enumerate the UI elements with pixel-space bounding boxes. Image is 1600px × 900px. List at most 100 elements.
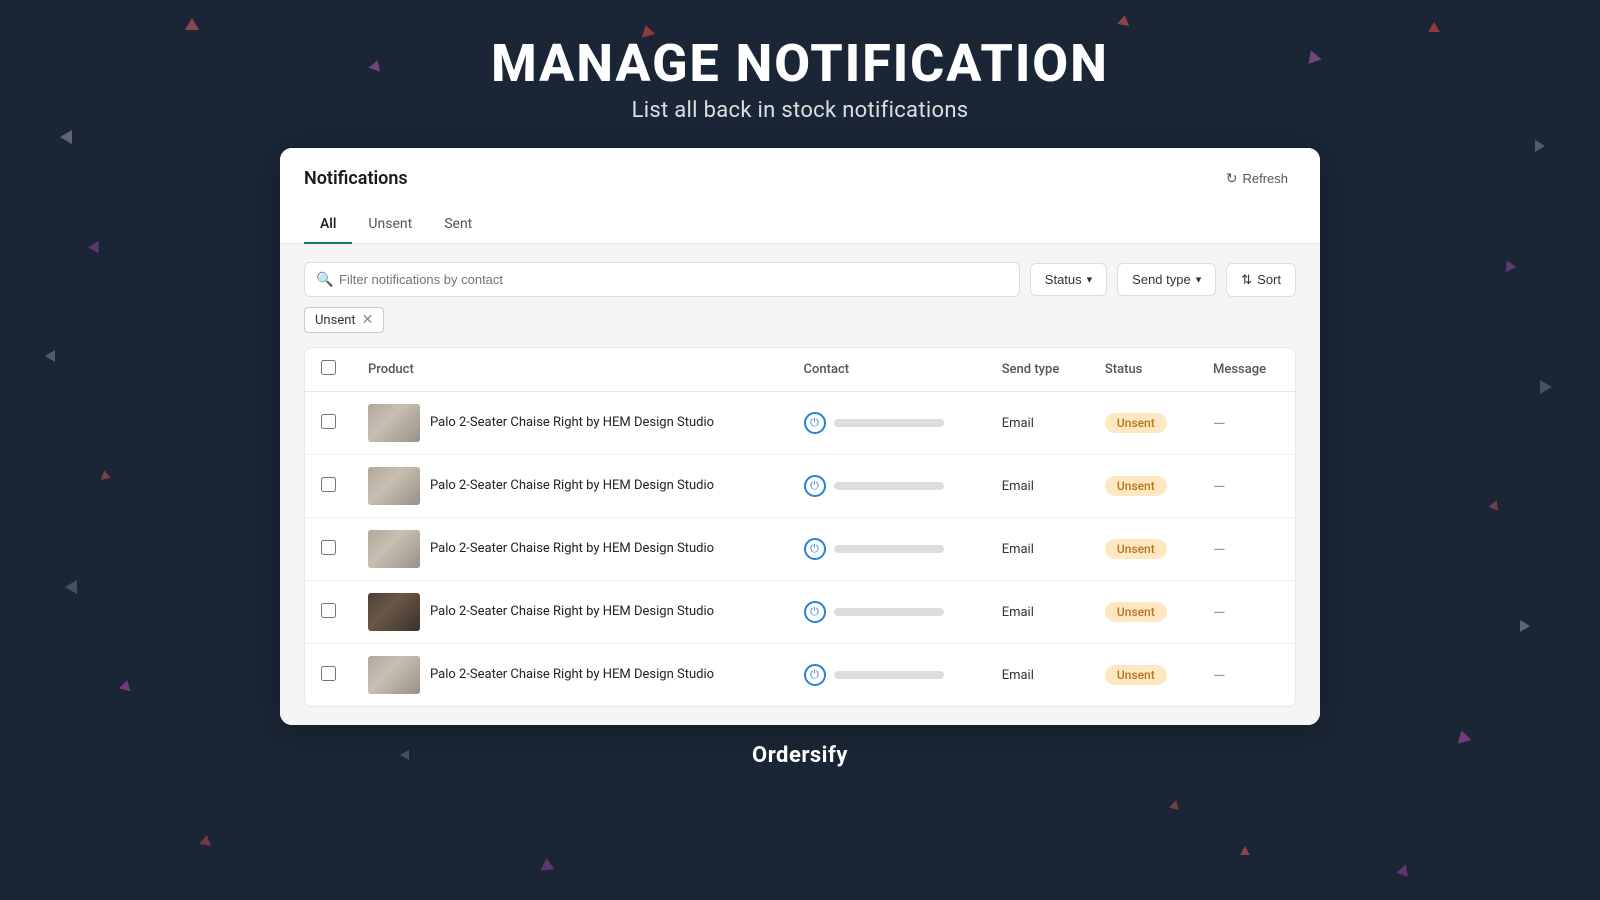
send-type-filter-label: Send type [1132,272,1191,287]
row-send-type-cell: Email [986,392,1089,455]
row-status-cell: Unsent [1089,581,1197,644]
row-send-type-cell: Email [986,518,1089,581]
status-badge: Unsent [1105,476,1167,496]
status-filter-button[interactable]: Status ▾ [1030,263,1107,296]
row-message-cell: — [1197,455,1295,518]
header-send-type: Send type [986,348,1089,392]
row-product-cell: Palo 2-Seater Chaise Right by HEM Design… [352,644,788,707]
row-status-cell: Unsent [1089,392,1197,455]
filter-tag-close-icon[interactable]: ✕ [362,312,374,328]
product-thumbnail [368,530,420,568]
header-status: Status [1089,348,1197,392]
product-name: Palo 2-Seater Chaise Right by HEM Design… [430,666,714,684]
tab-unsent[interactable]: Unsent [352,206,428,244]
search-wrapper: 🔍 [304,262,1020,297]
header-contact: Contact [788,348,986,392]
card-title: Notifications [304,168,408,189]
row-status-cell: Unsent [1089,518,1197,581]
row-checkbox-2[interactable] [321,540,336,555]
sort-button[interactable]: ⇅ Sort [1226,263,1296,297]
row-checkbox-cell [305,581,352,644]
row-checkbox-3[interactable] [321,603,336,618]
header-checkbox-cell [305,348,352,392]
status-badge: Unsent [1105,539,1167,559]
sort-label: Sort [1257,272,1281,287]
notifications-card: Notifications ↻ Refresh All Unsent Sent … [280,148,1320,725]
row-message-cell: — [1197,518,1295,581]
product-img-visual [368,404,420,442]
brand-name: Ordersify [752,743,848,768]
status-filter-label: Status [1045,272,1082,287]
product-cell-inner: Palo 2-Seater Chaise Right by HEM Design… [368,530,772,568]
product-cell-inner: Palo 2-Seater Chaise Right by HEM Design… [368,593,772,631]
tabs-container: All Unsent Sent [304,205,1296,243]
product-cell-inner: Palo 2-Seater Chaise Right by HEM Design… [368,656,772,694]
row-checkbox-4[interactable] [321,666,336,681]
row-message-cell: — [1197,644,1295,707]
table-row: Palo 2-Seater Chaise Right by HEM Design… [305,455,1295,518]
row-contact-cell: ⏻ [788,581,986,644]
row-send-type-cell: Email [986,644,1089,707]
notifications-table: Product Contact Send type Status Message [304,347,1296,707]
refresh-icon: ↻ [1226,170,1238,187]
sort-icon: ⇅ [1241,272,1252,288]
refresh-label: Refresh [1242,171,1288,186]
product-img-visual [368,593,420,631]
status-badge: Unsent [1105,602,1167,622]
row-contact-cell: ⏻ [788,518,986,581]
product-cell-inner: Palo 2-Seater Chaise Right by HEM Design… [368,467,772,505]
search-input[interactable] [304,262,1020,297]
filter-row: 🔍 Status ▾ Send type ▾ ⇅ Sort [304,262,1296,297]
filter-tag-label: Unsent [315,313,356,328]
row-status-cell: Unsent [1089,455,1197,518]
product-img-visual [368,656,420,694]
row-message-cell: — [1197,581,1295,644]
product-thumbnail [368,656,420,694]
contact-bar [834,545,944,553]
table-row: Palo 2-Seater Chaise Right by HEM Design… [305,644,1295,707]
page-header: MANAGE NOTIFICATION List all back in sto… [0,0,1600,148]
product-name: Palo 2-Seater Chaise Right by HEM Design… [430,414,714,432]
unsent-filter-tag[interactable]: Unsent ✕ [304,307,384,333]
contact-bar [834,482,944,490]
row-product-cell: Palo 2-Seater Chaise Right by HEM Design… [352,518,788,581]
contact-bar [834,608,944,616]
product-img-visual [368,467,420,505]
power-icon: ⏻ [804,412,826,434]
select-all-checkbox[interactable] [321,360,336,375]
card-title-row: Notifications ↻ Refresh [304,166,1296,205]
card-header: Notifications ↻ Refresh All Unsent Sent [280,148,1320,244]
product-name: Palo 2-Seater Chaise Right by HEM Design… [430,540,714,558]
contact-cell-inner: ⏻ [804,475,970,497]
filter-tags: Unsent ✕ [304,307,1296,333]
row-checkbox-1[interactable] [321,477,336,492]
power-icon: ⏻ [804,475,826,497]
table-row: Palo 2-Seater Chaise Right by HEM Design… [305,392,1295,455]
product-name: Palo 2-Seater Chaise Right by HEM Design… [430,603,714,621]
contact-cell-inner: ⏻ [804,601,970,623]
row-product-cell: Palo 2-Seater Chaise Right by HEM Design… [352,581,788,644]
product-img-visual [368,530,420,568]
row-checkbox-cell [305,644,352,707]
send-type-filter-button[interactable]: Send type ▾ [1117,263,1216,296]
row-product-cell: Palo 2-Seater Chaise Right by HEM Design… [352,455,788,518]
footer-brand: Ordersify [0,725,1600,778]
status-chevron-icon: ▾ [1087,273,1093,286]
power-icon: ⏻ [804,664,826,686]
refresh-button[interactable]: ↻ Refresh [1218,166,1296,191]
row-checkbox-0[interactable] [321,414,336,429]
row-contact-cell: ⏻ [788,644,986,707]
row-send-type-cell: Email [986,455,1089,518]
tab-all[interactable]: All [304,206,352,244]
tab-sent[interactable]: Sent [428,206,488,244]
contact-cell-inner: ⏻ [804,538,970,560]
row-contact-cell: ⏻ [788,455,986,518]
search-icon: 🔍 [316,272,333,288]
table-row: Palo 2-Seater Chaise Right by HEM Design… [305,581,1295,644]
card-content: 🔍 Status ▾ Send type ▾ ⇅ Sort Unsent ✕ [280,244,1320,725]
table-row: Palo 2-Seater Chaise Right by HEM Design… [305,518,1295,581]
product-thumbnail [368,404,420,442]
contact-cell-inner: ⏻ [804,412,970,434]
contact-bar [834,671,944,679]
row-status-cell: Unsent [1089,644,1197,707]
